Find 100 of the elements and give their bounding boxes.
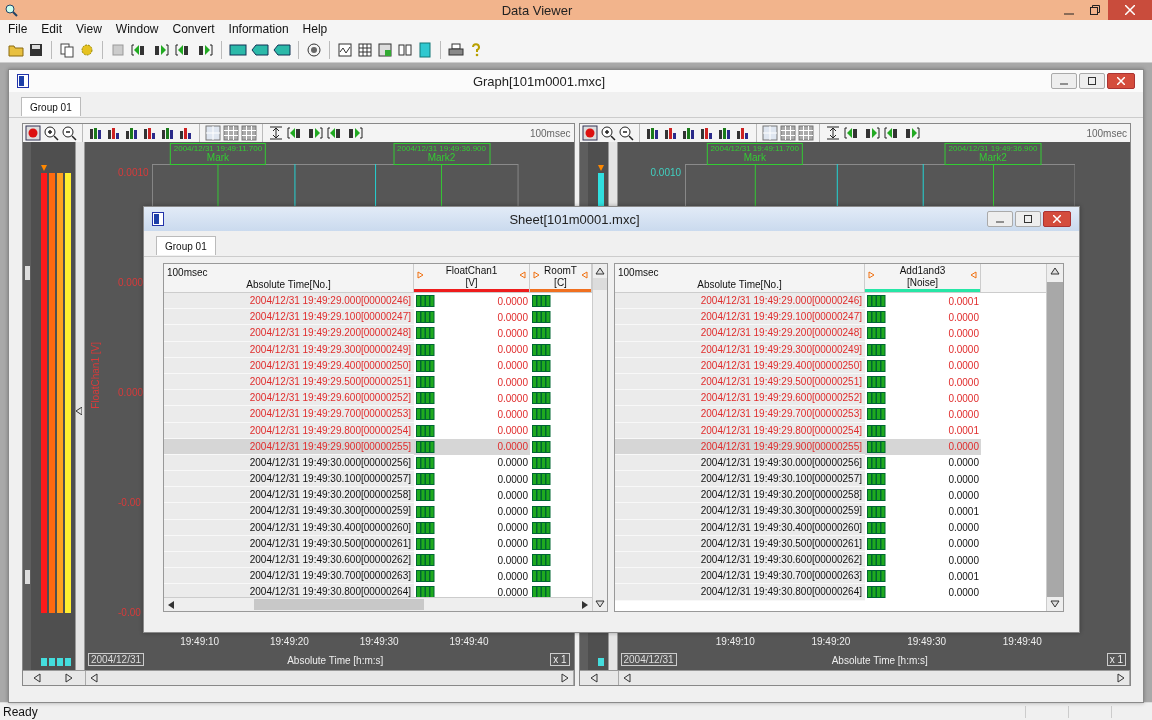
value-cell: 0.0000	[497, 311, 528, 323]
x-axis-tick: 19:49:10	[715, 636, 755, 647]
value-cell: 0.0000	[948, 360, 979, 372]
x-axis-tick: 19:49:40	[1002, 636, 1042, 647]
sample-rate: 100msec	[1086, 127, 1128, 139]
time-cell[interactable]: 2004/12/31 19:49:30.600[00000262]	[164, 552, 414, 569]
mark-time: 2004/12/31 19:49:36.900	[397, 144, 486, 153]
time-cell[interactable]: 2004/12/31 19:49:30.300[00000259]	[164, 503, 414, 520]
mark-time: 2004/12/31 19:49:11.700	[710, 144, 799, 153]
time-cell[interactable]: 2004/12/31 19:49:29.100[00000247]	[164, 309, 414, 326]
value-cell: 0.0000	[948, 522, 979, 534]
x-axis-label: Absolute Time [h:m:s]	[286, 655, 385, 666]
value-cell: 0.0000	[497, 489, 528, 501]
sample-rate: 100msec	[618, 267, 659, 278]
y-axis-tick: -0.00	[118, 607, 141, 618]
mark-label: Mark	[743, 153, 766, 163]
value-cell: 0.0000	[497, 538, 528, 550]
menu-item[interactable]: View	[69, 22, 109, 36]
channel-name: FloatChan1	[445, 265, 498, 276]
menu-item[interactable]: Help	[295, 22, 335, 36]
menu-item[interactable]: Window	[108, 22, 166, 36]
value-cell: 0.0000	[948, 441, 979, 453]
x-axis-label: Absolute Time [h:m:s]	[830, 655, 929, 666]
menu-item[interactable]: Convert	[165, 22, 222, 36]
value-cell: 0.0000	[497, 570, 528, 582]
value-cell: 0.0000	[497, 554, 528, 566]
time-cell[interactable]: 2004/12/31 19:49:30.100[00000257]	[164, 471, 414, 488]
time-cell[interactable]: 2004/12/31 19:49:29.700[00000253]	[164, 406, 414, 423]
value-cell: 0.0000	[497, 360, 528, 372]
time-cell[interactable]: 2004/12/31 19:49:29.600[00000252]	[164, 390, 414, 407]
value-cell: 0.0000	[948, 344, 979, 356]
start-date: 2004/12/31	[620, 653, 677, 666]
menu-item[interactable]: Edit	[34, 22, 70, 36]
group-tab[interactable]: Group 01	[21, 97, 81, 116]
value-cell: 0.0000	[497, 376, 528, 388]
y-axis-tick: 0.000	[118, 277, 144, 288]
cursor-mark[interactable]: 2004/12/31 19:49:11.700 Mark	[169, 143, 267, 165]
time-cell[interactable]: 2004/12/31 19:49:29.000[00000246]	[164, 293, 414, 310]
start-date: 2004/12/31	[88, 653, 145, 666]
time-cell[interactable]: 2004/12/31 19:49:29.100[00000247]	[615, 309, 865, 326]
time-cell[interactable]: 2004/12/31 19:49:30.300[00000259]	[615, 503, 865, 520]
value-cell: 0.0000	[948, 586, 979, 598]
value-cell: 0.0000	[497, 586, 528, 597]
value-cell: 0.0001	[948, 295, 979, 307]
cursor-mark[interactable]: 2004/12/31 19:49:36.900 Mark2	[393, 143, 490, 165]
time-cell[interactable]: 2004/12/31 19:49:30.700[00000263]	[164, 568, 414, 585]
mark-time: 2004/12/31 19:49:11.700	[173, 144, 263, 153]
time-cell[interactable]: 2004/12/31 19:49:30.800[00000264]	[164, 584, 414, 597]
zoom-factor[interactable]: x 1	[550, 653, 570, 666]
group-tab[interactable]: Group 01	[156, 236, 216, 255]
mark-label: Mark2	[979, 153, 1007, 163]
time-cell[interactable]: 2004/12/31 19:49:30.800[00000264]	[615, 584, 865, 601]
x-axis-tick: 19:49:40	[449, 636, 489, 647]
time-cell[interactable]: 2004/12/31 19:49:30.200[00000258]	[615, 487, 865, 504]
column-header[interactable]: Absolute Time[No.]	[615, 279, 864, 290]
value-cell: 0.0000	[497, 473, 528, 485]
value-cell: 0.0000	[497, 425, 528, 437]
time-cell[interactable]: 2004/12/31 19:49:30.200[00000258]	[164, 487, 414, 504]
app-title: Data Viewer	[500, 2, 574, 18]
value-cell: 0.0000	[948, 408, 979, 420]
window-title: Graph[101m0001.mxc]	[471, 73, 607, 89]
time-cell[interactable]: 2004/12/31 19:49:29.200[00000248]	[615, 325, 865, 342]
time-cell[interactable]: 2004/12/31 19:49:30.100[00000257]	[615, 471, 865, 488]
value-cell: 0.0001	[948, 570, 979, 582]
value-cell: 0.0000	[948, 376, 979, 388]
value-cell: 0.0000	[948, 538, 979, 550]
value-cell: 0.0000	[497, 344, 528, 356]
column-header[interactable]: Absolute Time[No.]	[164, 279, 413, 290]
value-cell: 0.0000	[497, 457, 528, 469]
time-cell[interactable]: 2004/12/31 19:49:29.200[00000248]	[164, 325, 414, 342]
mark-label: Mark2	[427, 153, 456, 163]
time-cell[interactable]: 2004/12/31 19:49:29.700[00000253]	[615, 406, 865, 423]
y-axis-tick: 0.000	[118, 387, 144, 398]
value-cell: 0.0000	[948, 554, 979, 566]
value-cell: 0.0001	[948, 506, 979, 518]
time-cell[interactable]: 2004/12/31 19:49:29.600[00000252]	[615, 390, 865, 407]
cursor-mark[interactable]: 2004/12/31 19:49:11.700 Mark	[706, 143, 803, 165]
value-cell: 0.0000	[948, 489, 979, 501]
value-cell: 0.0000	[497, 327, 528, 339]
zoom-factor[interactable]: x 1	[1106, 653, 1126, 666]
menu-item[interactable]: Information	[221, 22, 296, 36]
x-axis-tick: 19:49:30	[907, 636, 947, 647]
mark-time: 2004/12/31 19:49:36.900	[948, 144, 1038, 153]
time-cell[interactable]: 2004/12/31 19:49:30.700[00000263]	[615, 568, 865, 585]
time-cell[interactable]: 2004/12/31 19:49:30.600[00000262]	[615, 552, 865, 569]
x-axis-tick: 19:49:20	[269, 636, 309, 647]
time-cell[interactable]: 2004/12/31 19:49:29.000[00000246]	[615, 293, 865, 310]
sample-rate: 100msec	[167, 267, 208, 278]
status-text: Ready	[3, 704, 39, 719]
x-axis-tick: 19:49:20	[811, 636, 851, 647]
x-axis-tick: 19:49:10	[180, 636, 220, 647]
value-cell: 0.0001	[948, 425, 979, 437]
value-cell: 0.0000	[948, 327, 979, 339]
value-cell: 0.0000	[948, 457, 979, 469]
channel-unit: [Noise]	[906, 277, 939, 288]
menu-item[interactable]: File	[1, 22, 35, 36]
y-axis-label: FloatChan1 [V]	[90, 342, 101, 409]
window-title: Sheet[101m0001.mxc]	[508, 211, 641, 227]
cursor-mark[interactable]: 2004/12/31 19:49:36.900 Mark2	[944, 143, 1042, 165]
value-cell: 0.0000	[497, 392, 528, 404]
